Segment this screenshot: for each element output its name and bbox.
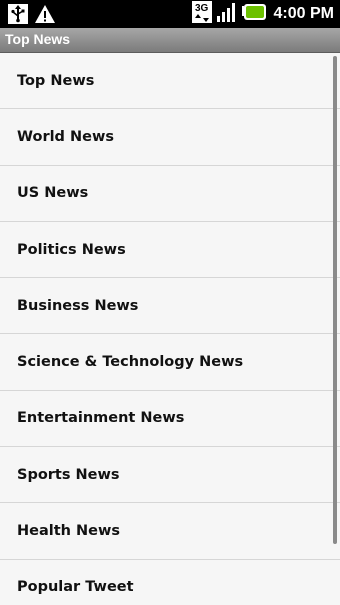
list-item[interactable]: Health News <box>0 503 340 560</box>
list-item-label: Entertainment News <box>17 410 185 427</box>
list-item[interactable]: Sports News <box>0 447 340 504</box>
list-item[interactable]: US News <box>0 166 340 222</box>
warning-icon <box>34 4 56 24</box>
notification-icons <box>8 4 56 24</box>
list-item-label: Popular Tweet <box>17 579 134 596</box>
list-item[interactable]: Science & Technology News <box>0 334 340 391</box>
list-item-label: Health News <box>17 523 121 540</box>
list-item-label: Sports News <box>17 466 120 483</box>
clock: 4:00 PM <box>273 5 334 22</box>
list-item[interactable]: Popular Tweet <box>0 560 340 605</box>
list-item[interactable]: Entertainment News <box>0 391 340 448</box>
list-item[interactable]: World News <box>0 109 340 166</box>
news-category-list[interactable]: Top News World News US News Politics New… <box>0 53 340 605</box>
list-item-label: Business News <box>17 297 139 314</box>
list-item[interactable]: Business News <box>0 278 340 335</box>
battery-icon <box>241 4 266 24</box>
status-bar: 3G 4:00 PM <box>0 0 340 28</box>
list-item-label: Top News <box>17 72 95 89</box>
list-item-label: US News <box>17 185 89 202</box>
system-icons: 3G 4:00 PM <box>191 1 334 27</box>
svg-text:3G: 3G <box>195 3 209 14</box>
title-bar: Top News <box>0 28 340 53</box>
signal-icon <box>216 1 238 27</box>
scrollbar[interactable] <box>333 56 337 544</box>
list-item[interactable]: Top News <box>0 53 340 110</box>
list-item[interactable]: Politics News <box>0 222 340 279</box>
list-item-label: World News <box>17 128 114 145</box>
usb-icon <box>8 4 28 24</box>
list-item-label: Politics News <box>17 241 126 258</box>
page-title: Top News <box>5 31 71 47</box>
network-3g-icon: 3G <box>191 1 212 27</box>
list-item-label: Science & Technology News <box>17 354 244 371</box>
